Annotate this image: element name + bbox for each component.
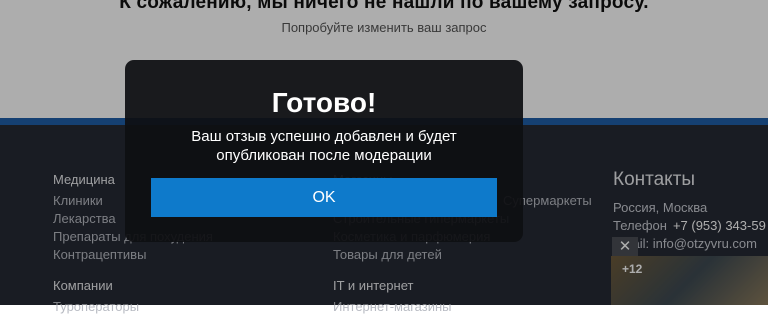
ok-button[interactable]: OK [151, 178, 497, 217]
success-dialog: Готово! Ваш отзыв успешно добавлен и буд… [125, 60, 523, 242]
dialog-message: Ваш отзыв успешно добавлен и будет опубл… [191, 128, 457, 164]
dialog-title: Готово! [271, 87, 377, 118]
